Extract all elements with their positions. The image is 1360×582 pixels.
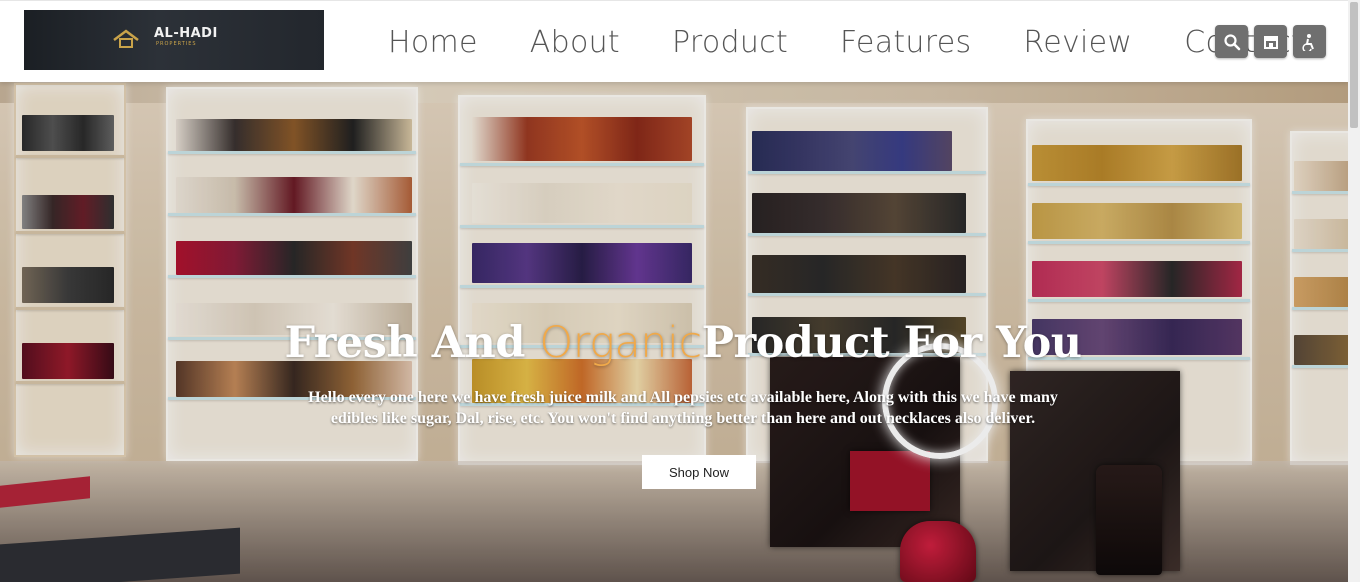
hero-title-before: Fresh And (284, 318, 540, 368)
nav-about[interactable]: About (513, 21, 620, 65)
site-header: AL-HADI PROPERTIES Home About Product Fe… (0, 0, 1348, 82)
hero-title: Fresh And OrganicProduct For You (0, 318, 1360, 368)
shop-now-button[interactable]: Shop Now (642, 455, 756, 489)
search-button[interactable] (1215, 25, 1248, 58)
hero-description: Hello every one here we have fresh juice… (308, 389, 1058, 427)
nav-features[interactable]: Features (823, 21, 971, 65)
accessibility-button[interactable] (1293, 25, 1326, 58)
house-logo-icon (113, 29, 139, 48)
accessibility-icon (1301, 33, 1314, 51)
header-icon-group (1215, 25, 1332, 58)
store-button[interactable] (1254, 25, 1287, 58)
main-nav: Home About Product Features Review Conta… (371, 21, 1338, 65)
page-scrollbar[interactable] (1348, 0, 1360, 582)
search-icon (1223, 33, 1240, 50)
hero-title-accent: Organic (539, 318, 702, 368)
logo-text: AL-HADI (154, 26, 218, 41)
nav-home[interactable]: Home (371, 21, 478, 65)
logo[interactable]: AL-HADI PROPERTIES (24, 10, 324, 70)
hero-title-after: Product For You (701, 318, 1082, 368)
nav-review[interactable]: Review (1006, 21, 1132, 65)
scrollbar-thumb[interactable] (1350, 2, 1358, 128)
logo-subtext: PROPERTIES (156, 41, 197, 47)
store-icon (1263, 35, 1278, 49)
nav-product[interactable]: Product (655, 21, 788, 65)
